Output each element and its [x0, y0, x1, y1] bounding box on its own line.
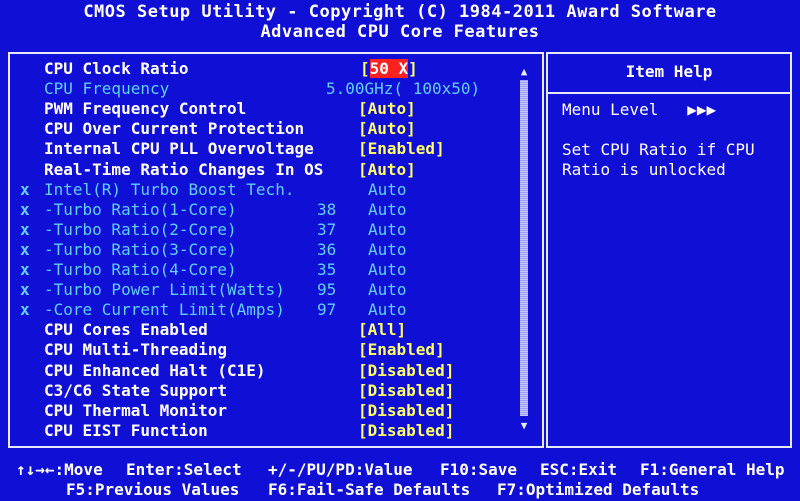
help-title: Item Help [625, 62, 713, 81]
key-optimized-defaults: F7:Optimized Defaults [497, 480, 700, 499]
setting-label: -Turbo Power Limit(Watts) [44, 280, 285, 300]
scroll-down-arrow-icon[interactable]: ▼ [519, 420, 529, 432]
setting-value[interactable]: [Disabled] [358, 421, 454, 441]
title-bar: CMOS Setup Utility - Copyright (C) 1984-… [0, 0, 800, 46]
setting-label: CPU Over Current Protection [44, 119, 305, 139]
setting-value[interactable]: [Enabled] [358, 340, 445, 360]
setting-label: -Turbo Ratio(1-Core) [44, 199, 237, 219]
setting-label: Intel(R) Turbo Boost Tech. [44, 179, 295, 199]
key-exit: ESC:Exit [540, 460, 618, 479]
setting-label: -Turbo Ratio(4-Core) [44, 260, 237, 279]
locked-mark-icon: x [20, 239, 30, 259]
setting-label: CPU Thermal Monitor [44, 400, 228, 420]
locked-mark-icon: x [20, 300, 30, 320]
key-fail-safe-defaults: F6:Fail-Safe Defaults [268, 480, 471, 499]
setting-label: PWM Frequency Control [44, 99, 247, 119]
setting-value[interactable]: [Auto] [358, 160, 416, 180]
setting-label: CPU Clock Ratio [44, 59, 189, 78]
scrollbar[interactable]: ▲ ▼ [519, 66, 529, 432]
scroll-track[interactable] [520, 80, 528, 416]
locked-mark-icon: x [20, 280, 30, 300]
key-move: ↑↓→←:Move [16, 460, 103, 479]
setting-default-number: 38 [317, 199, 337, 219]
setting-label: CPU EIST Function [44, 420, 208, 440]
help-text-line-1: Set CPU Ratio if CPU [562, 140, 755, 159]
setting-default-number: 37 [317, 219, 337, 239]
setting-value[interactable]: [Auto] [358, 99, 416, 119]
value-bracket-close: ] [408, 59, 418, 78]
key-value: +/-/PU/PD:Value [268, 460, 413, 479]
setting-value[interactable]: [Disabled] [358, 361, 454, 381]
page-title: Advanced CPU Core Features [260, 22, 540, 42]
help-title-divider [546, 92, 792, 94]
setting-label: CPU Frequency [44, 79, 170, 99]
setting-label: -Turbo Ratio(2-Core) [44, 219, 237, 239]
setting-label: Real-Time Ratio Changes In OS [44, 159, 324, 179]
setting-value: 5.00GHz( 100x50) [326, 79, 481, 99]
locked-mark-icon: x [20, 260, 30, 279]
setting-value[interactable]: [Disabled] [358, 401, 454, 421]
app-title: CMOS Setup Utility - Copyright (C) 1984-… [83, 2, 717, 22]
setting-label: Internal CPU PLL Overvoltage [44, 139, 314, 159]
setting-label: C3/C6 State Support [44, 380, 228, 400]
setting-value[interactable]: [50 X] [360, 59, 418, 79]
setting-value[interactable]: [Enabled] [358, 139, 445, 159]
setting-default-number: 36 [317, 239, 337, 259]
locked-mark-icon: x [20, 179, 30, 199]
setting-label: CPU Multi-Threading [44, 340, 228, 360]
locked-mark-icon: x [20, 199, 30, 219]
key-previous-values: F5:Previous Values [66, 480, 240, 499]
setting-default-number: 95 [317, 280, 337, 300]
key-help-bar: ↑↓→←:Move Enter:Select +/-/PU/PD:Value F… [0, 458, 800, 501]
setting-value: Auto [368, 179, 407, 199]
setting-value[interactable]: [Disabled] [358, 381, 454, 401]
setting-value: Auto [368, 219, 407, 239]
selected-value-highlight[interactable]: 50 X [369, 59, 409, 78]
setting-default-number: 35 [317, 260, 337, 279]
setting-value: Auto [368, 239, 407, 259]
setting-value: Auto [368, 300, 407, 320]
setting-label: -Core Current Limit(Amps) [44, 300, 285, 320]
key-save: F10:Save [440, 460, 518, 479]
setting-label: -Turbo Ratio(3-Core) [44, 239, 237, 259]
key-select: Enter:Select [126, 460, 242, 479]
setting-value: Auto [368, 199, 407, 219]
locked-mark-icon: x [20, 219, 30, 239]
setting-label: CPU Enhanced Halt (C1E) [44, 360, 266, 380]
setting-label: CPU Cores Enabled [44, 320, 208, 340]
key-general-help: F1:General Help [640, 460, 785, 479]
menu-level: Menu Level ▶▶▶ [562, 100, 717, 119]
value-bracket-open: [ [360, 59, 370, 78]
setting-value: Auto [368, 260, 407, 279]
scroll-up-arrow-icon[interactable]: ▲ [519, 66, 529, 78]
setting-value: Auto [368, 280, 407, 300]
setting-value[interactable]: [All] [358, 320, 406, 340]
setting-default-number: 97 [317, 300, 337, 320]
help-text-line-2: Ratio is unlocked [562, 160, 726, 179]
setting-value[interactable]: [Auto] [358, 119, 416, 139]
